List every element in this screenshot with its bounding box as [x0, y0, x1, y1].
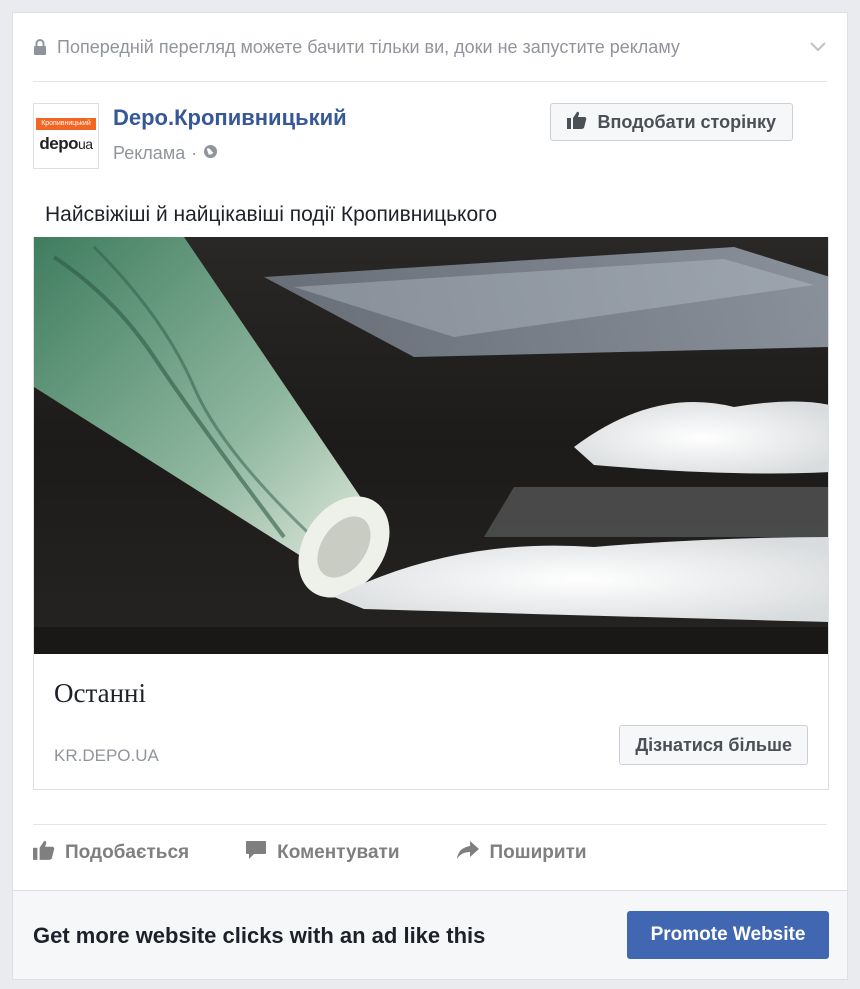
- lock-icon: [33, 39, 47, 55]
- preview-notice-bar: Попередній перегляд можете бачити тільки…: [33, 13, 827, 82]
- like-action-label: Подобається: [65, 842, 190, 863]
- avatar-band-text: Кропивницький: [36, 118, 96, 130]
- ad-preview-card: Попередній перегляд можете бачити тільки…: [12, 12, 848, 980]
- share-action-label: Поширити: [489, 842, 587, 863]
- post-text: Найсвіжіші й найцікавіші події Кропивниц…: [45, 203, 498, 226]
- comment-action[interactable]: Коментувати: [245, 840, 400, 866]
- post-header: Кропивницький depoua Depo.Кропивницький …: [33, 103, 827, 173]
- avatar-logo-main: depo: [39, 134, 79, 153]
- promote-text: Get more website clicks with an ad like …: [33, 923, 486, 948]
- comment-action-label: Коментувати: [277, 842, 400, 863]
- thumbs-up-icon: [33, 840, 55, 866]
- link-domain: KR.DEPO.UA: [54, 746, 159, 765]
- ad-image[interactable]: [33, 237, 829, 654]
- preview-notice-text: Попередній перегляд можете бачити тільки…: [57, 36, 680, 57]
- link-title[interactable]: Останні: [54, 678, 146, 709]
- share-action[interactable]: Поширити: [456, 840, 587, 866]
- comment-icon: [245, 840, 267, 866]
- share-icon: [456, 840, 480, 866]
- link-preview[interactable]: Останні KR.DEPO.UA Дізнатися більше: [33, 654, 829, 790]
- sponsored-label[interactable]: Реклама: [113, 143, 185, 164]
- thumbs-up-icon: [567, 111, 587, 134]
- avatar-logo-suffix: ua: [78, 136, 93, 152]
- avatar-logo: depoua: [34, 134, 98, 154]
- learn-more-button[interactable]: Дізнатися більше: [619, 725, 808, 765]
- like-page-label: Вподобати сторінку: [597, 111, 776, 132]
- like-action[interactable]: Подобається: [33, 840, 189, 866]
- page-avatar[interactable]: Кропивницький depoua: [33, 103, 99, 169]
- page-name-link[interactable]: Depo.Кропивницький: [113, 105, 347, 131]
- chevron-down-icon[interactable]: [809, 37, 827, 58]
- globe-icon: [203, 143, 218, 164]
- post-actions: Подобається Коментувати Поширити: [33, 824, 827, 881]
- separator-dot: ·: [191, 143, 198, 163]
- sponsored-line: Реклама ·: [113, 143, 218, 164]
- promote-website-button[interactable]: Promote Website: [627, 911, 829, 959]
- like-page-button[interactable]: Вподобати сторінку: [550, 103, 793, 141]
- promote-footer: Get more website clicks with an ad like …: [13, 890, 847, 979]
